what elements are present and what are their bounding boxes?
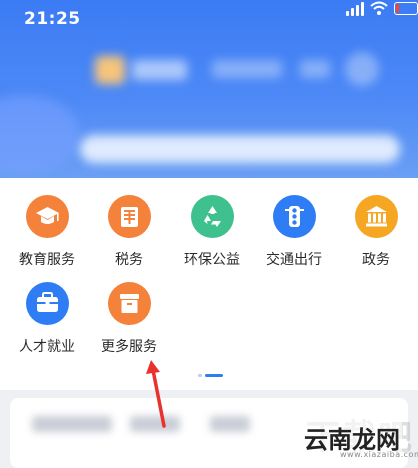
service-education[interactable]: 教育服务: [2, 195, 92, 269]
header-banner: 21:25: [0, 0, 418, 178]
traffic-light-icon: [272, 195, 316, 238]
battery-icon: [394, 2, 418, 15]
blurred-decoration: [0, 95, 80, 175]
service-label: 教育服务: [19, 252, 75, 268]
watermark-url: www.xiazaiba.com: [340, 450, 418, 459]
page-dot-inactive: [198, 374, 202, 377]
graduation-cap-icon: [25, 195, 69, 238]
recycle-icon: [190, 195, 234, 238]
service-label: 更多服务: [101, 339, 157, 355]
service-tax[interactable]: 税务: [84, 195, 174, 269]
service-label: 人才就业: [19, 339, 75, 355]
service-grid: 教育服务 税务 环保公益 交通出行 政务 人才就业 更多服务: [0, 178, 418, 390]
signal-icon: [346, 2, 364, 16]
blurred-weather: [300, 60, 330, 78]
status-time: 21:25: [24, 9, 81, 29]
briefcase-icon: [25, 282, 69, 325]
service-transport[interactable]: 交通出行: [249, 195, 339, 269]
tax-seal-icon: [107, 195, 151, 238]
service-environment[interactable]: 环保公益: [167, 195, 257, 269]
service-label: 交通出行: [266, 252, 322, 268]
blurred-text: [210, 416, 250, 432]
service-government[interactable]: 政务: [331, 195, 418, 269]
service-label: 政务: [362, 252, 390, 268]
watermark: 下载吧 云南龙网 www.xiazaiba.com: [300, 402, 418, 464]
blurred-logo: [95, 56, 125, 84]
blurred-location: [212, 60, 282, 78]
service-employment[interactable]: 人才就业: [2, 282, 92, 356]
page-dot-active: [205, 374, 223, 377]
box-icon: [107, 282, 151, 325]
annotation-arrow-icon: [146, 360, 166, 428]
service-label: 税务: [115, 252, 143, 268]
service-more[interactable]: 更多服务: [84, 282, 174, 356]
status-bar: 21:25: [0, 0, 418, 38]
blurred-app-name: [132, 60, 187, 80]
wifi-icon: [370, 1, 388, 15]
blurred-text: [32, 416, 112, 432]
service-label: 环保公益: [184, 252, 240, 268]
blurred-search-bar[interactable]: [80, 135, 400, 163]
blurred-avatar[interactable]: [345, 52, 379, 86]
government-building-icon: [354, 195, 398, 238]
